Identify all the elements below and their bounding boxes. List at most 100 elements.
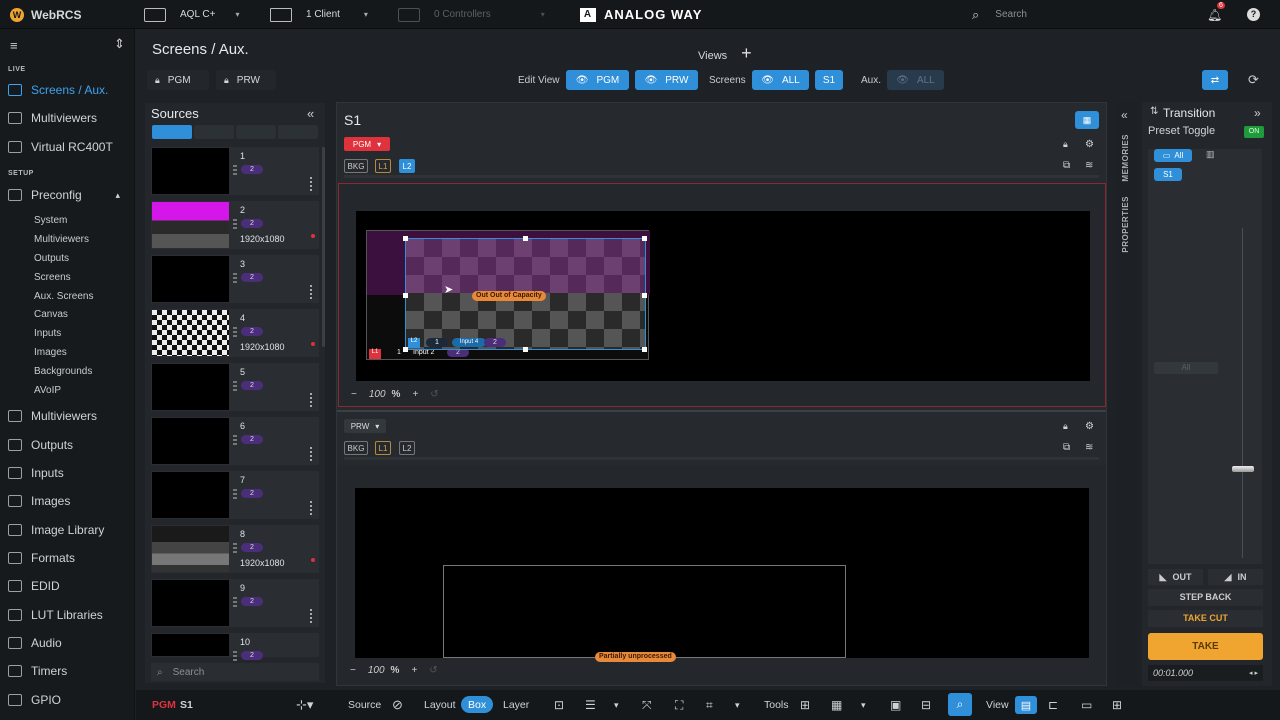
monitor-icon[interactable]: ▣ <box>890 690 901 720</box>
more-options-icon[interactable] <box>310 501 312 515</box>
more-options-icon[interactable] <box>310 285 312 299</box>
preconfig-item-inputs[interactable]: Inputs <box>34 328 61 339</box>
view-grid-icon[interactable]: ⊞ <box>1112 690 1122 720</box>
sidebar-item-inputs[interactable]: Inputs <box>8 462 132 484</box>
view-single-button[interactable]: ▤ <box>1015 696 1037 714</box>
resize-handle[interactable] <box>642 293 647 298</box>
duration-stepper-icon[interactable]: ◂ ▸ <box>1249 669 1258 677</box>
source-picker-icon[interactable]: ⊹▾ <box>296 690 313 720</box>
settings-icon[interactable]: ⚙︎ <box>1085 421 1094 432</box>
tab-inputs[interactable] <box>152 125 192 139</box>
resize-handle[interactable] <box>523 236 528 241</box>
sources-scrollbar[interactable] <box>322 147 325 347</box>
layers-icon[interactable]: ≋ <box>1085 160 1093 171</box>
reset-zoom-icon[interactable]: ↺ <box>430 389 438 400</box>
preconfig-item-outputs[interactable]: Outputs <box>34 253 69 264</box>
sidebar-item-images[interactable]: Images <box>8 490 132 512</box>
pgm-zoom-value[interactable]: 100 <box>369 389 386 400</box>
pgm-h-scroll[interactable] <box>344 175 1099 178</box>
sidebar-item-timers[interactable]: Timers <box>8 660 132 682</box>
zoom-out-icon[interactable]: − <box>350 665 356 676</box>
source-item[interactable]: 52 <box>151 363 319 411</box>
sidebar-item-multiviewers[interactable]: Multiviewers <box>8 405 132 427</box>
transition-duration[interactable]: 00:01.000 ◂ ▸ <box>1148 665 1263 681</box>
all-screens-button[interactable]: ▭ All <box>1154 149 1192 162</box>
pgm-layer-bkg[interactable]: BKG <box>344 159 368 173</box>
in-button[interactable]: ◢ IN <box>1208 569 1263 585</box>
sidebar-item-image-library[interactable]: Image Library <box>8 519 132 541</box>
resize-handle[interactable] <box>523 347 528 352</box>
source-item[interactable]: 12 <box>151 147 319 195</box>
tab-screens[interactable] <box>278 125 318 139</box>
drag-handle-icon[interactable] <box>233 327 237 337</box>
sidebar-item-preconfig[interactable]: Preconfig ▴ <box>8 184 132 206</box>
no-source-icon[interactable]: ⊘ <box>392 690 403 720</box>
prw-h-scroll[interactable] <box>344 457 1099 460</box>
prw-lock-button[interactable]: 🔒︎ PRW <box>216 70 276 90</box>
sidebar-item-audio[interactable]: Audio <box>8 632 132 654</box>
aux-all-button[interactable]: 👁︎ ALL <box>887 70 944 90</box>
fader-track[interactable] <box>1242 228 1243 558</box>
sidebar-item-edid[interactable]: EDID <box>8 575 132 597</box>
prw-layer-bkg[interactable]: BKG <box>344 441 368 455</box>
crop-icon[interactable]: ⌗ <box>706 690 713 720</box>
more-options-icon[interactable] <box>310 447 312 461</box>
sources-search[interactable]: ⌕ Search <box>151 663 319 681</box>
view-stack-icon[interactable]: ▭ <box>1081 690 1092 720</box>
zoom-tool-button[interactable]: ⌕ <box>948 693 972 716</box>
chevron-down-icon[interactable]: ▾ <box>735 690 740 720</box>
stream-view-button[interactable]: ⇄ <box>1202 70 1228 90</box>
fit-icon[interactable]: ⊡ <box>554 690 564 720</box>
help-button[interactable]: ? <box>1247 0 1260 29</box>
resize-handle[interactable] <box>642 236 647 241</box>
more-options-icon[interactable] <box>310 609 312 623</box>
source-item[interactable]: 62 <box>151 417 319 465</box>
layout-mode-button[interactable]: ▦ <box>1075 111 1099 129</box>
drag-handle-icon[interactable] <box>233 273 237 283</box>
zoom-in-icon[interactable]: + <box>412 389 418 400</box>
view-split-icon[interactable]: ⊏ <box>1048 690 1058 720</box>
grid-icon[interactable]: ▦ <box>831 690 842 720</box>
aux-all-button-dim[interactable]: All <box>1154 362 1218 374</box>
prw-dropdown[interactable]: PRW ▾ <box>344 419 386 433</box>
preconfig-item-multiviewers[interactable]: Multiviewers <box>34 234 89 245</box>
lock-icon[interactable]: 🔒︎ <box>1063 139 1068 150</box>
clients-selector[interactable]: 1 Client ▾ <box>270 0 368 29</box>
screens-all-button[interactable]: 👁︎ ALL <box>752 70 809 90</box>
chevron-down-icon[interactable]: ▾ <box>614 690 619 720</box>
take-cut-button[interactable]: TAKE CUT <box>1148 610 1263 627</box>
source-item[interactable]: 8 2 1920x1080 <box>151 525 319 573</box>
pgm-layer2-box[interactable]: Out Out of Capacity L2 1 Input 4 2 ➤ <box>403 236 647 352</box>
settings-icon[interactable]: ⚙︎ <box>1085 139 1094 150</box>
tab-properties[interactable]: PROPERTIES <box>1121 196 1130 253</box>
source-item[interactable]: 10 2 <box>151 633 319 661</box>
grid-view-icon[interactable]: ▥ <box>1206 149 1215 160</box>
pgm-dropdown[interactable]: PGM ▾ <box>344 137 390 151</box>
source-item[interactable]: 72 <box>151 471 319 519</box>
pgm-canvas[interactable]: L1 1 Input 2 2 Out Out of Capacity L2 1 … <box>356 211 1090 381</box>
chevron-down-icon[interactable]: ▾ <box>861 690 866 720</box>
sidebar-item-gpio[interactable]: GPIO <box>8 689 132 711</box>
screen-s1-button[interactable]: S1 <box>815 70 843 90</box>
preset-toggle-switch[interactable]: ON <box>1244 126 1264 138</box>
pgm-lock-button[interactable]: 🔒︎ PGM <box>147 70 209 90</box>
hamburger-icon[interactable]: ≡ <box>10 38 18 53</box>
fit-layer-icon[interactable]: ⛶ <box>675 690 683 720</box>
sidebar-item-formats[interactable]: Formats <box>8 547 132 569</box>
sidebar-item-lut-libraries[interactable]: LUT Libraries <box>8 604 132 626</box>
sidebar-item-screens-aux[interactable]: Screens / Aux. <box>8 79 132 101</box>
align-icon[interactable]: ☰ <box>585 690 596 720</box>
preconfig-item-system[interactable]: System <box>34 215 67 226</box>
prw-zoom-value[interactable]: 100 <box>368 665 385 676</box>
preconfig-item-aux-screens[interactable]: Aux. Screens <box>34 291 93 302</box>
tab-images[interactable] <box>194 125 234 139</box>
drag-handle-icon[interactable] <box>233 381 237 391</box>
drag-handle-icon[interactable] <box>233 651 237 661</box>
fader-handle[interactable] <box>1232 466 1254 472</box>
safe-area-icon[interactable]: ⊟ <box>921 690 931 720</box>
resize-handle[interactable] <box>642 347 647 352</box>
collapse-sidebar-icon[interactable]: ⇕ <box>114 36 125 52</box>
tab-memories[interactable]: MEMORIES <box>1121 134 1130 182</box>
prw-layer-box[interactable] <box>443 565 846 658</box>
step-back-button[interactable]: STEP BACK <box>1148 589 1263 606</box>
